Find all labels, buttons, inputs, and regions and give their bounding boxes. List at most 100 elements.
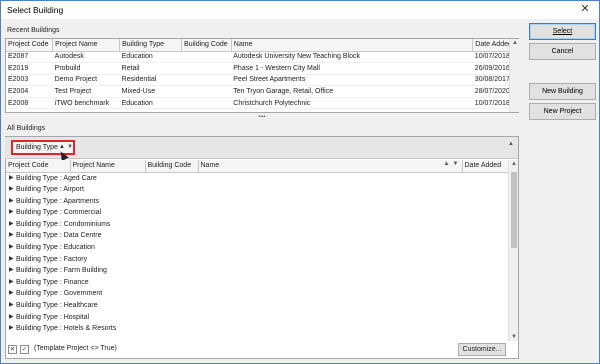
table-cell [181,74,232,87]
table-cell: Retail [119,62,182,75]
new-building-button-label: New Building [542,88,583,95]
collapse-icon[interactable]: ▲ [508,141,514,147]
new-project-button[interactable]: New Project [529,103,596,120]
table-cell: Education [119,51,182,64]
group-row[interactable]: ▶ Building Type : Government [6,288,508,300]
group-row[interactable]: ▶ Building Type : Hospital [6,312,508,324]
table-cell: iTWO benchmark [52,97,120,110]
group-row[interactable]: ▶ Building Type : Education [6,242,508,254]
expand-icon[interactable]: ▶ [9,196,14,208]
all-column-header[interactable]: Project Code [6,160,71,173]
sort-ascending-icon[interactable]: ▲ [444,161,450,167]
scroll-up-icon[interactable]: ▲ [510,40,520,46]
all-column-header[interactable]: Name ▲ ▼ [198,160,463,173]
group-row[interactable]: ▶ Building Type : Finance [6,277,508,289]
group-row-label: Building Type : Finance [16,278,89,286]
expand-icon[interactable]: ▶ [9,288,14,300]
table-cell [181,62,232,75]
table-cell: E2003 [6,74,53,87]
scroll-up-icon[interactable]: ▲ [509,161,519,167]
group-row-label: Building Type : Apartments [16,197,100,205]
expand-icon[interactable]: ▶ [9,173,14,185]
group-row[interactable]: ▶ Building Type : Commercial [6,207,508,219]
group-row[interactable]: ▶ Building Type : Condominiums [6,219,508,231]
window-title: Select Building [7,5,64,15]
table-cell: E2019 [6,62,53,75]
table-row[interactable]: E2004 Test Project Mixed-Use Ten Tryon Gara… [6,85,518,98]
group-row[interactable]: ▶ Building Type : Farm Building [6,265,508,277]
expand-icon[interactable]: ▶ [9,300,14,312]
expand-icon[interactable]: ▶ [9,312,14,324]
clear-filter-icon[interactable]: ✕ [8,345,17,354]
expand-icon[interactable]: ▶ [9,219,14,231]
close-icon[interactable]: ✕ [577,2,593,16]
table-cell [181,85,232,98]
select-building-dialog: Select Building ✕ Recent Buildings Proje… [0,0,600,364]
recent-buildings-grid: Project Code Project Name Building Type Bui… [5,38,519,113]
table-row[interactable]: E2008 iTWO benchmark Education Christchurch… [6,97,518,110]
group-row[interactable]: ▶ Building Type : Data Centre [6,230,508,242]
column-header-label: Building Code [147,162,192,170]
expand-icon[interactable]: ▶ [9,184,14,196]
filter-icon[interactable]: ▼ [453,161,459,167]
customize-button[interactable]: Customize... [458,343,506,356]
recent-buildings-label: Recent Buildings [7,27,60,34]
expand-icon[interactable]: ▶ [9,207,14,219]
expand-icon[interactable]: ▶ [9,242,14,254]
table-row[interactable]: E2087 Autodesk Education Autodesk Universit… [6,51,518,64]
group-row[interactable]: ▶ Building Type : Factory [6,254,508,266]
table-row[interactable]: E2019 Probuild Retail Phase 1 - Western Cit… [6,62,518,75]
expand-icon[interactable]: ▶ [9,265,14,277]
table-cell: E2004 [6,85,53,98]
all-column-header[interactable]: Building Code [145,160,199,173]
all-buildings-table: Project Code Project Name Building Code Nam… [6,160,509,173]
expand-icon[interactable]: ▶ [9,277,14,289]
column-header-label: Name [200,162,220,170]
select-button[interactable]: Select [529,23,596,40]
all-column-header[interactable]: Date Added [462,160,509,173]
group-row-label: Building Type : Farm Building [16,267,107,275]
column-header-label: Project Name [72,162,115,170]
group-row-label: Building Type : Commercial [16,209,102,217]
filter-icon[interactable]: ▼ [67,142,73,153]
recent-column-header[interactable]: Building Code [181,39,232,52]
select-button-label: Select [552,28,573,35]
group-row[interactable]: ▶ Building Type : Apartments [6,196,508,208]
filter-expression[interactable]: (Template Project <> True) [34,345,117,352]
expand-icon[interactable]: ▶ [9,323,14,335]
group-row[interactable]: ▶ Building Type : Airport [6,184,508,196]
table-row[interactable]: E2003 Demo Project Residential Peel Street … [6,74,518,87]
recent-column-header[interactable]: Project Name [52,39,121,52]
scroll-down-icon[interactable]: ▼ [509,334,519,340]
table-cell: Demo Project [52,74,120,87]
all-buildings-scrollbar[interactable]: ▲ ▼ [508,160,518,341]
all-buildings-table-wrap: Project Code Project Name Building Code Nam… [6,160,509,335]
table-cell: Education [119,97,182,110]
group-row[interactable]: ▶ Building Type : Hotels & Resorts [6,323,508,335]
table-cell: Phase 1 - Western City Mall [231,62,473,75]
recent-column-header[interactable]: Name [231,39,474,52]
recent-scrollbar[interactable]: ▲ [509,39,519,112]
table-cell: Autodesk [52,51,120,64]
recent-buildings-table: Project Code Project Name Building Type Bui… [6,39,518,110]
recent-column-header[interactable]: Project Code [6,39,54,52]
all-buildings-label: All Buildings [7,125,46,132]
column-header-label: Project Code [8,162,49,170]
new-building-button[interactable]: New Building [529,83,596,100]
expand-icon[interactable]: ▶ [9,230,14,242]
group-row[interactable]: ▶ Building Type : Aged Care [6,173,508,185]
group-row[interactable]: ▶ Building Type : Healthcare [6,300,508,312]
group-rows: ▶ Building Type : Aged Care ▶ Building Type… [6,173,508,335]
table-cell: Mixed-Use [119,85,182,98]
scroll-thumb[interactable] [511,172,517,248]
cancel-button[interactable]: Cancel [529,43,596,60]
recent-column-header[interactable]: Building Type [119,39,183,52]
group-row-label: Building Type : Factory [16,255,88,263]
table-cell: E2008 [6,97,53,110]
group-row-label: Building Type : Hotels & Resorts [16,325,117,333]
all-column-header[interactable]: Project Name [70,160,146,173]
expand-icon[interactable]: ▶ [9,254,14,266]
splitter-handle[interactable]: •••• [257,115,267,120]
enable-filter-checkbox[interactable]: ✓ [20,345,29,354]
group-row-label: Building Type : Healthcare [16,302,98,310]
